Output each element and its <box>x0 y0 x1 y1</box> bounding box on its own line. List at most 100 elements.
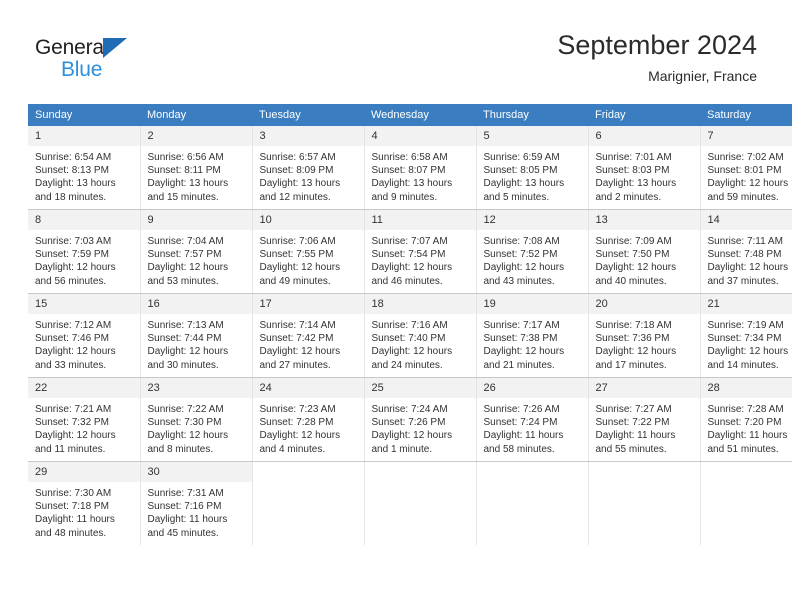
calendar-day-cell[interactable]: 24 Sunrise: 7:23 AM Sunset: 7:28 PM Dayligh… <box>252 377 365 462</box>
calendar-day-cell[interactable]: 16 Sunrise: 7:13 AM Sunset: 7:44 PM Dayligh… <box>140 293 253 378</box>
sunset-text: Sunset: 7:16 PM <box>147 501 222 513</box>
day-details: Sunrise: 7:01 AM Sunset: 8:03 PM Daylight:… <box>589 146 700 204</box>
sunset-text: Sunset: 7:50 PM <box>595 249 670 261</box>
sunrise-text: Sunrise: 7:23 AM <box>259 404 336 415</box>
sunset-text: Sunset: 7:42 PM <box>259 333 334 345</box>
daylight-text-line2: and 17 minutes. <box>595 359 667 371</box>
calendar-day-cell[interactable]: 30 Sunrise: 7:31 AM Sunset: 7:16 PM Dayligh… <box>140 461 253 545</box>
calendar-week-row: 15 Sunrise: 7:12 AM Sunset: 7:46 PM Dayligh… <box>28 293 792 378</box>
calendar-week-row: 8 Sunrise: 7:03 AM Sunset: 7:59 PM Daylight… <box>28 209 792 294</box>
weekday-header-wednesday: Wednesday <box>364 104 476 126</box>
day-number: 28 <box>700 378 792 398</box>
daylight-text-line2: and 14 minutes. <box>707 359 779 371</box>
calendar-day-cell[interactable]: 10 Sunrise: 7:06 AM Sunset: 7:55 PM Dayligh… <box>252 209 365 294</box>
daylight-text-line1: Daylight: 12 hours <box>147 262 229 274</box>
calendar-day-cell[interactable]: 5 Sunrise: 6:59 AM Sunset: 8:05 PM Daylight… <box>476 126 589 210</box>
daylight-text-line2: and 30 minutes. <box>147 359 219 371</box>
sunset-text: Sunset: 8:05 PM <box>483 165 558 177</box>
calendar-day-cell[interactable]: 29 Sunrise: 7:30 AM Sunset: 7:18 PM Dayligh… <box>28 461 141 545</box>
day-details: Sunrise: 7:11 AM Sunset: 7:48 PM Daylight:… <box>701 230 792 288</box>
day-details: Sunrise: 7:19 AM Sunset: 7:34 PM Daylight:… <box>701 314 792 372</box>
calendar-day-cell[interactable]: 2 Sunrise: 6:56 AM Sunset: 8:11 PM Daylight… <box>140 126 253 210</box>
calendar-day-cell[interactable]: 26 Sunrise: 7:26 AM Sunset: 7:24 PM Dayligh… <box>476 377 589 462</box>
calendar-day-cell[interactable]: 17 Sunrise: 7:14 AM Sunset: 7:42 PM Dayligh… <box>252 293 365 378</box>
sunset-text: Sunset: 7:20 PM <box>707 417 782 429</box>
daylight-text-line2: and 43 minutes. <box>483 275 555 287</box>
daylight-text-line2: and 2 minutes. <box>595 191 662 203</box>
sunrise-text: Sunrise: 7:07 AM <box>371 236 448 247</box>
calendar-day-cell[interactable]: 7 Sunrise: 7:02 AM Sunset: 8:01 PM Daylight… <box>700 126 792 210</box>
day-number: 23 <box>140 378 252 398</box>
day-number: 4 <box>364 126 476 146</box>
sunset-text: Sunset: 7:54 PM <box>371 249 446 261</box>
sunset-text: Sunset: 7:40 PM <box>371 333 446 345</box>
calendar-day-cell[interactable]: 28 Sunrise: 7:28 AM Sunset: 7:20 PM Dayligh… <box>700 377 792 462</box>
sunrise-text: Sunrise: 6:57 AM <box>259 152 336 163</box>
daylight-text-line1: Daylight: 12 hours <box>259 430 341 442</box>
day-number <box>365 462 476 482</box>
day-details: Sunrise: 7:07 AM Sunset: 7:54 PM Daylight:… <box>365 230 476 288</box>
calendar-day-cell[interactable]: 9 Sunrise: 7:04 AM Sunset: 7:57 PM Daylight… <box>140 209 253 294</box>
daylight-text-line1: Daylight: 12 hours <box>483 262 565 274</box>
calendar-day-cell[interactable]: 12 Sunrise: 7:08 AM Sunset: 7:52 PM Dayligh… <box>476 209 589 294</box>
calendar-day-cell[interactable]: 14 Sunrise: 7:11 AM Sunset: 7:48 PM Dayligh… <box>700 209 792 294</box>
calendar-day-cell[interactable]: 27 Sunrise: 7:27 AM Sunset: 7:22 PM Dayligh… <box>588 377 701 462</box>
sunrise-text: Sunrise: 7:19 AM <box>707 320 784 331</box>
calendar-cell-empty <box>364 461 477 545</box>
day-number: 25 <box>364 378 476 398</box>
calendar-day-cell[interactable]: 11 Sunrise: 7:07 AM Sunset: 7:54 PM Dayligh… <box>364 209 477 294</box>
logo-text-general: General <box>35 36 109 59</box>
calendar-day-cell[interactable]: 1 Sunrise: 6:54 AM Sunset: 8:13 PM Daylight… <box>28 126 141 210</box>
day-details: Sunrise: 7:14 AM Sunset: 7:42 PM Daylight:… <box>253 314 364 372</box>
calendar-day-cell[interactable]: 8 Sunrise: 7:03 AM Sunset: 7:59 PM Daylight… <box>28 209 141 294</box>
sunset-text: Sunset: 7:22 PM <box>595 417 670 429</box>
daylight-text-line1: Daylight: 12 hours <box>595 346 677 358</box>
calendar-day-cell[interactable]: 20 Sunrise: 7:18 AM Sunset: 7:36 PM Dayligh… <box>588 293 701 378</box>
calendar-week-row: 29 Sunrise: 7:30 AM Sunset: 7:18 PM Dayligh… <box>28 461 792 545</box>
daylight-text-line2: and 12 minutes. <box>259 191 331 203</box>
daylight-text-line1: Daylight: 12 hours <box>483 346 565 358</box>
sunset-text: Sunset: 8:01 PM <box>707 165 782 177</box>
calendar-day-cell[interactable]: 18 Sunrise: 7:16 AM Sunset: 7:40 PM Dayligh… <box>364 293 477 378</box>
calendar-day-cell[interactable]: 3 Sunrise: 6:57 AM Sunset: 8:09 PM Daylight… <box>252 126 365 210</box>
daylight-text-line1: Daylight: 11 hours <box>595 430 676 442</box>
general-blue-logo[interactable]: General Blue <box>35 36 235 86</box>
daylight-text-line2: and 11 minutes. <box>35 443 106 455</box>
calendar-day-cell[interactable]: 25 Sunrise: 7:24 AM Sunset: 7:26 PM Dayligh… <box>364 377 477 462</box>
daylight-text-line1: Daylight: 12 hours <box>147 430 229 442</box>
calendar-day-cell[interactable]: 23 Sunrise: 7:22 AM Sunset: 7:30 PM Dayligh… <box>140 377 253 462</box>
day-details: Sunrise: 7:17 AM Sunset: 7:38 PM Daylight:… <box>477 314 588 372</box>
weekday-header-friday: Friday <box>588 104 700 126</box>
day-details: Sunrise: 6:56 AM Sunset: 8:11 PM Daylight:… <box>141 146 252 204</box>
daylight-text-line2: and 45 minutes. <box>147 527 219 539</box>
daylight-text-line1: Daylight: 12 hours <box>371 430 453 442</box>
day-number: 22 <box>28 378 140 398</box>
weekday-header-tuesday: Tuesday <box>252 104 364 126</box>
sunrise-text: Sunrise: 7:22 AM <box>147 404 224 415</box>
calendar-grid: Sunday Monday Tuesday Wednesday Thursday… <box>28 104 792 545</box>
sunrise-text: Sunrise: 6:58 AM <box>371 152 448 163</box>
sunset-text: Sunset: 8:09 PM <box>259 165 334 177</box>
day-number: 7 <box>700 126 792 146</box>
daylight-text-line2: and 5 minutes. <box>483 191 550 203</box>
sunset-text: Sunset: 7:44 PM <box>147 333 222 345</box>
sunrise-text: Sunrise: 7:28 AM <box>707 404 784 415</box>
daylight-text-line1: Daylight: 12 hours <box>595 262 677 274</box>
calendar-day-cell[interactable]: 22 Sunrise: 7:21 AM Sunset: 7:32 PM Dayligh… <box>28 377 141 462</box>
day-number: 11 <box>364 210 476 230</box>
day-number: 20 <box>588 294 700 314</box>
calendar-day-cell[interactable]: 15 Sunrise: 7:12 AM Sunset: 7:46 PM Dayligh… <box>28 293 141 378</box>
sunset-text: Sunset: 7:38 PM <box>483 333 558 345</box>
sunrise-text: Sunrise: 7:30 AM <box>35 488 112 499</box>
sunset-text: Sunset: 7:18 PM <box>35 501 109 513</box>
calendar-day-cell[interactable]: 19 Sunrise: 7:17 AM Sunset: 7:38 PM Dayligh… <box>476 293 589 378</box>
calendar-day-cell[interactable]: 13 Sunrise: 7:09 AM Sunset: 7:50 PM Dayligh… <box>588 209 701 294</box>
calendar-day-cell[interactable]: 6 Sunrise: 7:01 AM Sunset: 8:03 PM Daylight… <box>588 126 701 210</box>
day-details: Sunrise: 6:58 AM Sunset: 8:07 PM Daylight:… <box>365 146 476 204</box>
daylight-text-line1: Daylight: 13 hours <box>595 178 677 190</box>
sunset-text: Sunset: 7:55 PM <box>259 249 334 261</box>
calendar-day-cell[interactable]: 21 Sunrise: 7:19 AM Sunset: 7:34 PM Dayligh… <box>700 293 792 378</box>
sunset-text: Sunset: 7:57 PM <box>147 249 222 261</box>
sunrise-text: Sunrise: 7:31 AM <box>147 488 224 499</box>
calendar-day-cell[interactable]: 4 Sunrise: 6:58 AM Sunset: 8:07 PM Daylight… <box>364 126 477 210</box>
